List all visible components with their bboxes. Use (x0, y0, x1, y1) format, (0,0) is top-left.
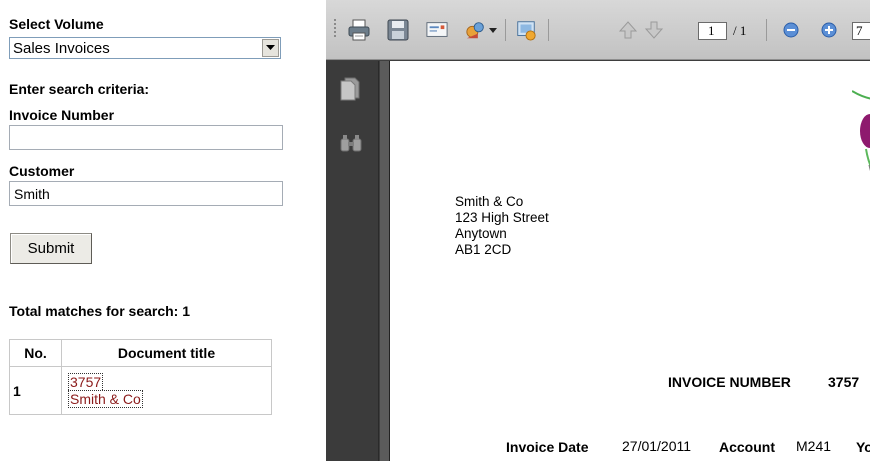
document-area[interactable]: Smith & Co 123 High Street Anytown AB1 2… (380, 61, 870, 461)
account-label: Account (719, 439, 775, 455)
email-icon[interactable] (426, 19, 448, 41)
toolbar-divider (548, 19, 549, 41)
zoom-in-icon[interactable] (820, 19, 838, 41)
customer-address-line: AB1 2CD (455, 242, 512, 257)
account-value: M241 (796, 438, 832, 454)
search-criteria-heading: Enter search criteria: (9, 81, 150, 97)
search-binoculars-icon[interactable] (340, 134, 362, 158)
viewer-side-rail (326, 61, 379, 461)
pdf-viewer: 1 / 1 7 Smith & Co 123 High Street Anyto… (326, 0, 870, 461)
pages-icon[interactable] (340, 77, 362, 101)
share-icon[interactable] (465, 19, 487, 41)
next-page-icon[interactable] (643, 19, 665, 41)
truncated-field-label: Yo (856, 439, 870, 455)
customer-label: Customer (9, 163, 75, 179)
invoice-number-value: 3757 (828, 374, 860, 390)
document-link-line1: 3757 (68, 373, 104, 390)
page-total: / 1 (733, 23, 747, 38)
customer-input[interactable] (9, 181, 283, 206)
customer-address-line: 123 High Street (455, 210, 549, 225)
page-number-input[interactable]: 1 (698, 22, 727, 40)
total-matches-text: Total matches for search: 1 (9, 303, 191, 319)
result-title-cell: 3757 Smith & Co (61, 366, 272, 415)
select-volume-label: Select Volume (9, 16, 104, 32)
zoom-level-input[interactable]: 7 (852, 22, 870, 40)
invoice-page: Smith & Co 123 High Street Anytown AB1 2… (389, 61, 870, 461)
toolbar-divider (505, 19, 506, 41)
result-number: 1 (9, 366, 62, 415)
document-link-line2: Smith & Co (68, 390, 143, 408)
invoice-number-label: Invoice Number (9, 107, 115, 123)
toolbar-divider (766, 19, 767, 41)
invoice-date-value: 27/01/2011 (622, 438, 692, 454)
invoice-number-input[interactable] (9, 125, 283, 150)
document-title-link[interactable]: 3757 Smith & Co (68, 373, 143, 408)
volume-select-value: Sales Invoices (13, 40, 110, 57)
volume-select[interactable]: Sales Invoices (9, 37, 281, 59)
column-header-no: No. (9, 339, 62, 367)
previous-page-icon[interactable] (617, 19, 639, 41)
save-icon[interactable] (387, 19, 409, 41)
search-panel: Select Volume Sales Invoices Enter searc… (0, 0, 326, 461)
chevron-down-icon[interactable] (262, 39, 279, 57)
company-logo (852, 90, 870, 172)
submit-button[interactable]: Submit (10, 233, 92, 264)
column-header-document-title: Document title (61, 339, 272, 367)
customer-address-line: Anytown (455, 226, 507, 241)
customer-address-line: Smith & Co (455, 194, 524, 209)
toolbar-grip-icon[interactable] (333, 19, 338, 41)
invoice-date-label: Invoice Date (506, 439, 589, 455)
viewer-toolbar: 1 / 1 7 (326, 0, 870, 60)
export-icon[interactable] (515, 19, 537, 41)
print-icon[interactable] (348, 19, 370, 41)
share-dropdown-icon[interactable] (487, 19, 499, 41)
results-table: No. Document title 1 3757 Smith & Co (9, 339, 272, 415)
zoom-out-icon[interactable] (782, 19, 800, 41)
invoice-number-heading: INVOICE NUMBER (668, 374, 791, 390)
table-row: 1 3757 Smith & Co (9, 366, 272, 415)
results-header-row: No. Document title (9, 339, 272, 367)
